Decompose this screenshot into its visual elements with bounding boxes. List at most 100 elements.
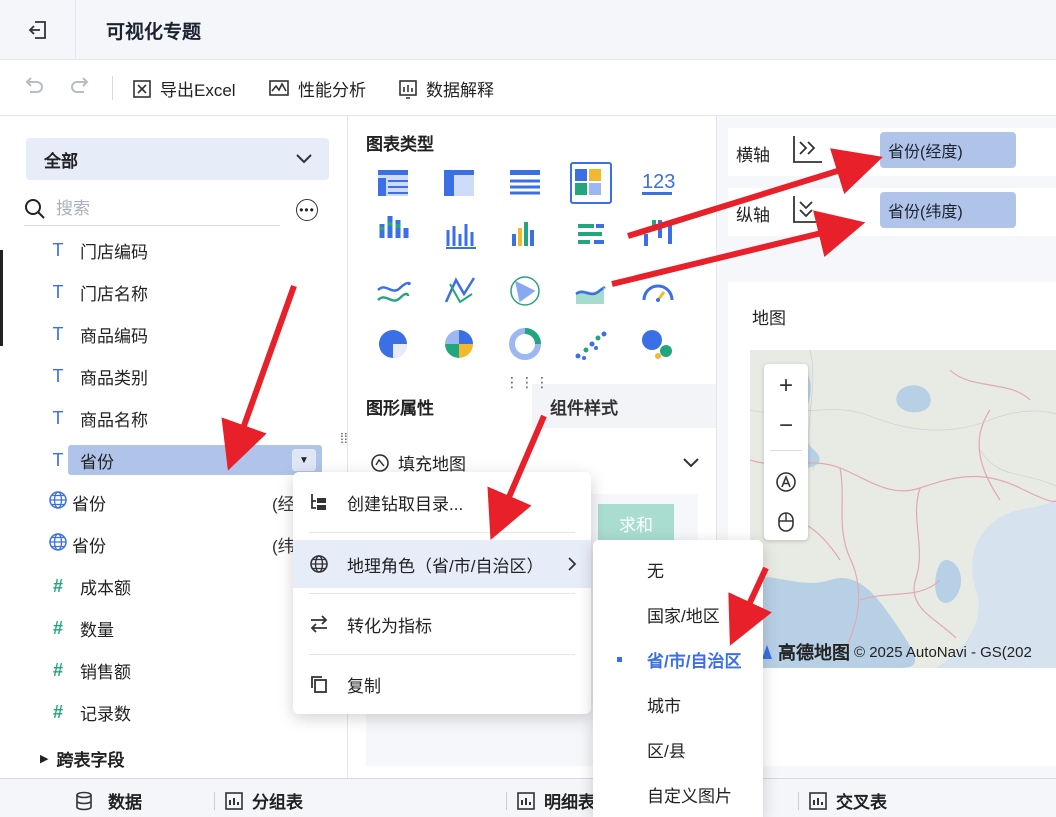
tab-component-style[interactable]: 组件样式 [532,384,716,428]
group-table-tab[interactable]: 分组表 [224,788,303,813]
x-axis-label: 横轴 [736,146,770,165]
detail-table-tab[interactable]: 明细表 [516,788,595,813]
caret-down-icon: ▼ [299,454,309,466]
field-item-province-active[interactable]: T 省份 [0,443,330,477]
more-options-button[interactable]: ••• [296,199,318,221]
radar-line-chart-icon[interactable] [444,277,476,304]
line-chart-icon[interactable] [377,281,411,302]
calculated-number-icon: # [52,701,63,722]
menu-item-to-metric[interactable]: 转化为指标 [293,600,591,648]
search-input[interactable] [56,198,256,219]
stacked-bar-chart-icon[interactable] [379,216,409,238]
field-item[interactable]: # 记录数 [0,695,330,729]
x-axis-icon[interactable] [790,134,824,166]
search-icon [25,198,45,219]
zoom-in-button[interactable]: + [764,366,808,406]
copy-icon [311,676,327,693]
export-excel-button[interactable]: 导出Excel [132,76,236,101]
chevron-right-icon [568,557,577,571]
toolbar-divider [112,76,113,100]
bottom-divider [214,792,215,810]
field-item[interactable]: # 数量 [0,611,330,645]
pie-chart-icon[interactable] [379,330,407,358]
y-axis-icon[interactable] [790,194,850,238]
range-bar-chart-icon[interactable] [644,220,672,246]
field-item[interactable]: 省份 (经 [0,485,330,519]
radar-chart-icon[interactable] [510,276,540,306]
more-icon: ••• [299,203,315,217]
back-button[interactable] [0,0,76,60]
menu-item-create-drill[interactable]: 创建钻取目录... [293,478,591,526]
geo-role-province[interactable]: 省/市/自治区 [593,637,763,681]
field-item[interactable]: # 销售额 [0,653,330,687]
field-item[interactable]: # 成本额 [0,569,330,603]
field-item[interactable]: 省份 (纬 [0,527,330,561]
compass-icon [776,472,796,492]
cross-table-fields[interactable]: ▶ 跨表字段 [40,746,124,771]
gauge-chart-icon[interactable] [642,284,674,302]
area-chart-icon[interactable] [575,285,606,304]
scope-select[interactable]: 全部 [26,138,329,180]
exit-icon [28,21,46,39]
multi-bar-chart-icon[interactable] [446,224,476,249]
redo-button[interactable] [70,76,92,96]
y-axis-label: 纵轴 [736,206,770,225]
cross-table-chart-icon[interactable] [444,170,474,196]
map-type-icon [371,453,389,472]
redo-icon [71,77,89,93]
map-title: 地图 [752,309,786,328]
horizontal-bar-chart-icon[interactable] [578,224,604,244]
undo-button[interactable] [22,76,44,96]
menu-divider [309,593,575,594]
page-title: 可视化专题 [106,22,202,43]
mouse-mode-button[interactable] [764,502,808,542]
x-axis-field-pill[interactable]: 省份(经度) [880,132,1016,168]
compass-button[interactable] [764,462,808,502]
menu-item-geo-role[interactable]: 地理角色（省/市/自治区） [293,540,591,588]
menu-item-copy[interactable]: 复制 [293,660,591,708]
cross-table-tab[interactable]: 交叉表 [808,788,887,813]
field-dropdown-button[interactable]: ▼ [292,449,316,471]
text-type-icon: T [52,449,64,470]
scatter-chart-icon[interactable] [575,331,607,361]
number-chart-icon[interactable]: 123 [642,171,675,193]
data-explain-label: 数据解释 [426,81,494,100]
geo-role-custom-image[interactable]: 自定义图片 [593,772,763,816]
geo-role-district[interactable]: 区/县 [593,727,763,771]
rose-pie-chart-icon[interactable] [445,330,473,358]
drag-handle-icon[interactable]: ⋮⋮⋮ [505,374,550,391]
geo-role-city[interactable]: 城市 [593,682,763,726]
aggregation-sum-button[interactable]: 求和 [598,504,674,542]
zoom-out-button[interactable]: − [764,406,808,446]
detail-table-chart-icon[interactable] [510,170,540,195]
grouped-table-chart-icon[interactable] [378,170,408,196]
performance-button[interactable]: 性能分析 [268,76,366,101]
colored-bar-chart-icon[interactable] [512,222,534,246]
field-item[interactable]: T 门店编码 [0,233,330,267]
field-item[interactable]: T 商品类别 [0,359,330,393]
bottom-divider [798,792,799,810]
field-item[interactable]: T 门店名称 [0,275,330,309]
map-controls: + − [764,364,808,540]
y-axis-field-pill[interactable]: 省份(纬度) [880,192,1016,228]
menu-divider [309,532,575,533]
field-item[interactable]: T 商品编码 [0,317,330,351]
performance-label: 性能分析 [298,81,366,100]
undo-icon [25,77,43,93]
mouse-icon [778,512,794,532]
drag-handle-icon[interactable]: ⁞⁞ [340,431,352,445]
text-type-icon: T [52,407,64,428]
data-tab[interactable]: 数据 [74,788,142,813]
data-explain-button[interactable]: 数据解释 [398,76,494,101]
bubble-chart-icon[interactable] [642,330,672,359]
treemap-chart-icon[interactable] [575,169,601,195]
drill-tree-icon [311,494,326,510]
geo-role-country[interactable]: 国家/地区 [593,592,763,636]
bottom-divider [506,792,507,810]
search-box [24,192,280,226]
geo-role-none[interactable]: 无 [593,547,763,591]
field-item[interactable]: T 商品名称 [0,401,330,435]
donut-chart-icon[interactable] [509,328,541,360]
excel-icon [133,79,151,98]
table-chart-icon [225,791,243,810]
